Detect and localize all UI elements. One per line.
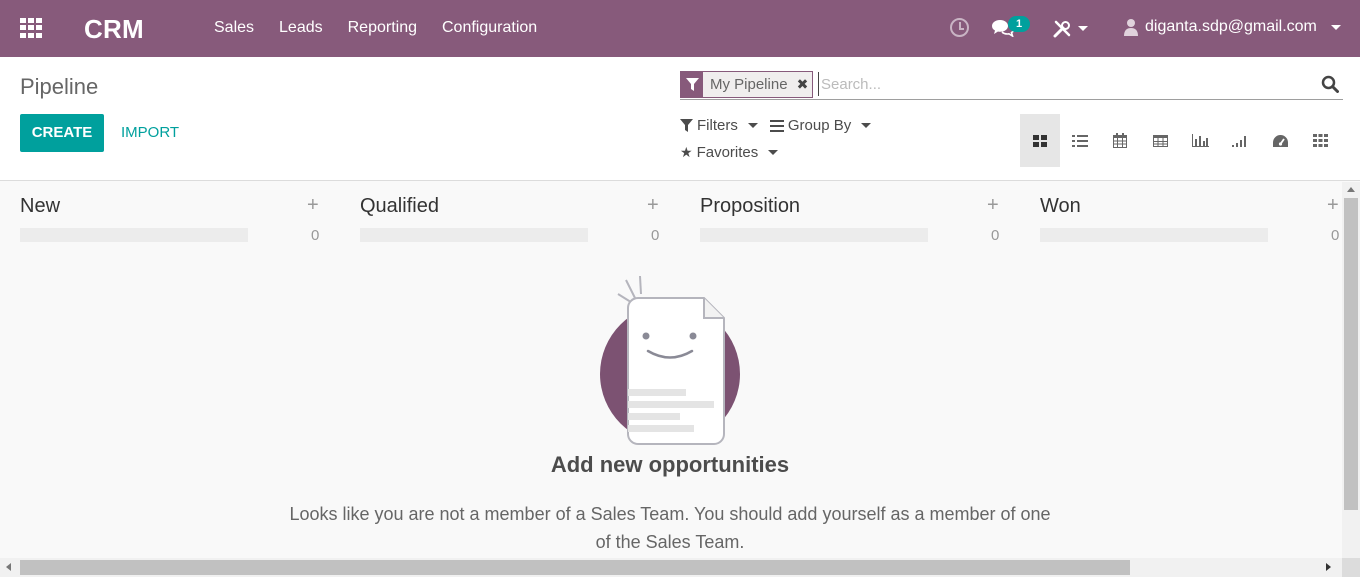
favorites-dropdown[interactable]: ★ Favorites [680,144,779,161]
grid-view-button[interactable] [1300,114,1340,167]
filters-caret-icon [747,123,758,128]
filter-icon [680,119,693,132]
filters-dropdown[interactable]: Filters [680,117,758,134]
activity-clock-icon[interactable] [950,18,969,37]
top-navbar: CRM Sales Leads Reporting Configuration … [0,0,1360,57]
add-card-icon[interactable]: + [987,194,999,217]
view-switcher [1020,114,1340,167]
kanban-column-won: Won + 0 [1040,182,1340,252]
column-title: Won [1040,195,1081,217]
column-title: Qualified [360,195,439,217]
search-bar: My Pipeline ✖ [680,70,1343,100]
favorites-caret-icon [768,150,779,155]
control-panel: Pipeline CREATE IMPORT My Pipeline ✖ Fil… [0,57,1360,181]
add-card-icon[interactable]: + [647,194,659,217]
horizontal-scrollbar[interactable] [0,558,1342,577]
group-by-dropdown[interactable]: Group By [769,117,872,134]
vertical-scroll-thumb[interactable] [1344,198,1358,510]
calendar-view-button[interactable] [1100,114,1140,167]
column-count: 0 [1331,227,1340,244]
user-avatar-icon [1124,19,1138,36]
user-menu[interactable]: diganta.sdp@gmail.com [1123,18,1341,36]
group-by-icon [769,119,784,132]
column-progress-bar [360,228,588,242]
column-progress-bar [1040,228,1268,242]
main-menu: Sales Leads Reporting Configuration [214,19,537,37]
create-button[interactable]: CREATE [20,114,104,152]
apps-menu-icon[interactable] [20,18,44,38]
list-view-button[interactable] [1060,114,1100,167]
cohort-view-button[interactable] [1220,114,1260,167]
search-options: Filters Group By [680,117,872,134]
column-progress-bar [20,228,248,242]
kanban-column-new: New + 0 [20,182,320,252]
group-by-label: Group By [787,117,852,134]
column-title: New [20,195,61,217]
kanban-icon [1033,134,1047,147]
add-card-icon[interactable]: + [1327,194,1339,217]
graph-view-button[interactable] [1180,114,1220,167]
pivot-icon [1152,134,1168,147]
kanban-board: New + 0 Qualified + 0 Proposition + 0 Wo… [0,182,1342,558]
kanban-view-button[interactable] [1020,114,1060,167]
pivot-view-button[interactable] [1140,114,1180,167]
search-facet: My Pipeline ✖ [680,71,813,98]
scrollbar-corner [1342,558,1360,577]
list-icon [1072,134,1088,147]
horizontal-scroll-thumb[interactable] [20,560,1130,575]
filters-label: Filters [697,117,738,134]
column-count: 0 [651,227,660,244]
scroll-right-icon[interactable] [1326,563,1331,571]
search-icon[interactable] [1321,75,1339,93]
filter-facet-icon [681,72,703,97]
kanban-column-proposition: Proposition + 0 [700,182,1000,252]
grid-icon [1312,134,1328,147]
calendar-icon [1113,133,1127,148]
menu-item-leads[interactable]: Leads [279,19,323,37]
dashboard-icon [1272,134,1288,147]
tools-caret-icon[interactable] [1078,26,1088,31]
menu-item-configuration[interactable]: Configuration [442,19,537,37]
search-input[interactable] [818,72,1298,96]
facet-remove-icon[interactable]: ✖ [794,76,812,93]
add-card-icon[interactable]: + [307,194,319,217]
scroll-up-icon[interactable] [1347,187,1355,192]
cohort-icon [1232,135,1246,147]
tools-icon[interactable] [1053,20,1071,38]
smiling-document-illustration [600,275,740,445]
user-caret-icon [1330,24,1341,30]
chat-badge: 1 [1008,16,1030,32]
column-title: Proposition [700,195,801,217]
menu-item-sales[interactable]: Sales [214,19,254,37]
scroll-left-icon[interactable] [6,563,11,571]
column-progress-bar [700,228,928,242]
group-by-caret-icon [861,123,872,128]
import-button[interactable]: IMPORT [121,124,179,141]
menu-item-reporting[interactable]: Reporting [348,19,417,37]
facet-label: My Pipeline [710,76,788,93]
kanban-column-qualified: Qualified + 0 [360,182,660,252]
app-brand: CRM [84,14,144,44]
page-title: Pipeline [20,74,99,99]
dashboard-view-button[interactable] [1260,114,1300,167]
vertical-scrollbar[interactable] [1342,182,1360,558]
favorites-label: Favorites [696,144,759,161]
helper-title: Add new opportunities [550,452,790,477]
column-count: 0 [991,227,1000,244]
column-count: 0 [311,227,320,244]
helper-text: Looks like you are not a member of a Sal… [289,504,1051,552]
graph-icon [1191,134,1209,147]
star-icon: ★ [680,144,693,160]
user-email: diganta.sdp@gmail.com [1145,18,1317,35]
